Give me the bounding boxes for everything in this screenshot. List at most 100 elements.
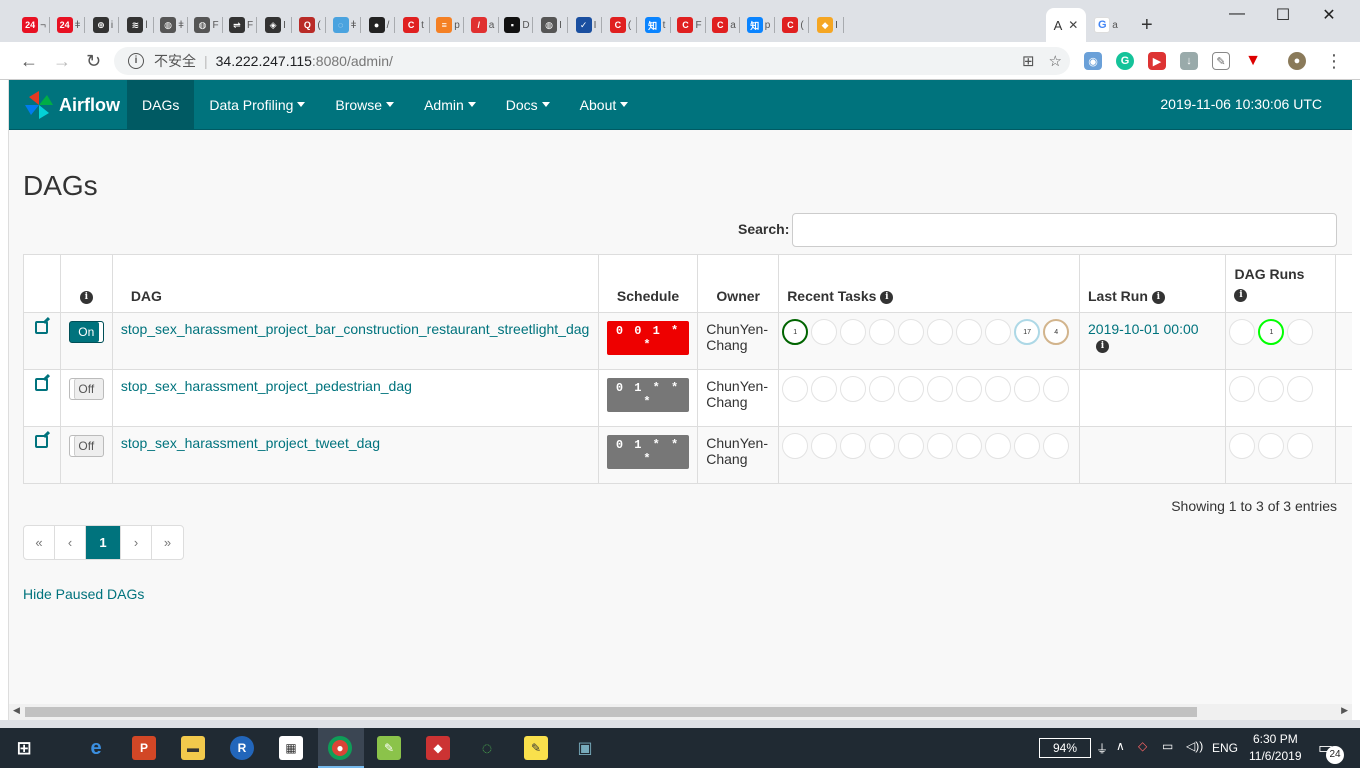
power-plug-icon[interactable]: ⏚ xyxy=(1096,740,1108,757)
scrollbar-thumb[interactable] xyxy=(25,707,1197,717)
windows-start-icon[interactable]: ⊞ xyxy=(12,736,36,760)
status-circle[interactable]: 1 xyxy=(782,319,809,345)
browser-tab[interactable]: Ct xyxy=(398,8,430,42)
menu-item-dags[interactable]: DAGs xyxy=(127,80,195,130)
status-circle[interactable] xyxy=(898,319,925,345)
airflow-logo[interactable]: Airflow xyxy=(23,89,120,121)
status-circle[interactable] xyxy=(985,376,1012,402)
status-circle[interactable] xyxy=(898,433,925,459)
status-circle[interactable]: 17 xyxy=(1014,319,1041,345)
status-circle[interactable] xyxy=(1229,433,1256,459)
dag-toggle[interactable]: Off xyxy=(68,378,104,400)
browser-tab[interactable]: 知t xyxy=(639,8,671,42)
menu-item-about[interactable]: About xyxy=(565,80,644,130)
status-circle[interactable]: 4 xyxy=(1043,319,1070,345)
status-circle[interactable]: 1 xyxy=(1258,319,1285,345)
remote-desktop-icon[interactable]: ▣ xyxy=(573,736,597,760)
status-circle[interactable] xyxy=(956,319,983,345)
close-window-button[interactable]: ✕ xyxy=(1306,5,1352,25)
page-button[interactable]: › xyxy=(121,526,152,559)
edit-icon[interactable] xyxy=(35,435,49,448)
page-button[interactable]: 1 xyxy=(86,526,121,559)
status-circle[interactable] xyxy=(869,376,896,402)
dag-link[interactable]: stop_sex_harassment_project_pedestrian_d… xyxy=(121,378,412,394)
maximize-button[interactable]: ☐ xyxy=(1260,5,1306,25)
status-circle[interactable] xyxy=(927,376,954,402)
status-circle[interactable] xyxy=(840,319,867,345)
status-circle[interactable] xyxy=(811,319,838,345)
status-circle[interactable] xyxy=(1287,433,1314,459)
file-explorer-icon[interactable]: ▬ xyxy=(181,736,205,760)
browser-tab[interactable]: ≡ p xyxy=(432,8,464,42)
notepad-icon[interactable]: ✎ xyxy=(377,736,401,760)
tab-google[interactable]: G a xyxy=(1090,8,1122,42)
status-circle[interactable] xyxy=(811,376,838,402)
store-icon[interactable]: ▦ xyxy=(279,736,303,760)
status-circle[interactable] xyxy=(985,319,1012,345)
language-indicator[interactable]: ENG xyxy=(1212,741,1238,755)
page-button[interactable]: « xyxy=(24,526,55,559)
browser-tab[interactable]: ⊕ i xyxy=(87,8,119,42)
sticky-notes-icon[interactable]: ✎ xyxy=(524,736,548,760)
status-circle[interactable] xyxy=(1287,376,1314,402)
status-circle[interactable] xyxy=(840,433,867,459)
forward-arrow-icon[interactable]: → xyxy=(53,51,71,72)
clock-date[interactable]: 11/6/2019 xyxy=(1249,749,1302,763)
browser-tab[interactable]: ✓ I xyxy=(570,8,602,42)
page-button[interactable]: » xyxy=(152,526,183,559)
status-circle[interactable] xyxy=(811,433,838,459)
browser-tab[interactable]: CF xyxy=(674,8,706,42)
profile-avatar[interactable]: ● xyxy=(1288,52,1306,70)
status-circle[interactable] xyxy=(956,376,983,402)
menu-item-docs[interactable]: Docs xyxy=(491,80,565,130)
browser-tab[interactable]: ≋ l xyxy=(122,8,154,42)
scroll-left-icon[interactable]: ◀ xyxy=(13,705,20,716)
edge-icon[interactable]: e xyxy=(84,736,108,760)
chrome-icon[interactable]: ● xyxy=(328,736,352,760)
git-icon[interactable]: ◆ xyxy=(426,736,450,760)
browser-tab[interactable]: ▪ D xyxy=(501,8,533,42)
extension-owl-icon[interactable]: ◉ xyxy=(1084,52,1102,70)
browser-tab[interactable]: Q( xyxy=(294,8,326,42)
tray-app-icon[interactable]: ◇ xyxy=(1138,739,1147,753)
scroll-right-icon[interactable]: ▶ xyxy=(1341,705,1348,716)
menu-dots-icon[interactable]: ⋮ xyxy=(1325,51,1343,72)
clock-time[interactable]: 6:30 PM xyxy=(1253,732,1298,746)
address-bar[interactable]: i 不安全 | 34.222.247.115:8080/admin/ ⊞ ☆ xyxy=(114,47,1070,75)
tab-close-icon[interactable]: ✕ xyxy=(1068,18,1078,32)
browser-tab[interactable]: ⇌ F xyxy=(225,8,257,42)
search-input[interactable] xyxy=(792,213,1337,247)
status-circle[interactable] xyxy=(1043,433,1070,459)
status-circle[interactable] xyxy=(927,433,954,459)
back-arrow-icon[interactable]: ← xyxy=(20,51,38,72)
sync-icon[interactable]: ◌ xyxy=(475,736,499,760)
status-circle[interactable] xyxy=(985,433,1012,459)
status-circle[interactable] xyxy=(1258,376,1285,402)
header-schedule[interactable]: Schedule xyxy=(597,254,699,313)
bookmark-star-icon[interactable]: ☆ xyxy=(1049,52,1062,70)
battery-indicator[interactable]: 94% xyxy=(1039,738,1091,758)
browser-tab[interactable]: Ca xyxy=(708,8,740,42)
browser-tab[interactable]: ◍ F xyxy=(191,8,223,42)
header-owner[interactable]: Owner xyxy=(697,254,780,313)
browser-tab[interactable]: / a xyxy=(467,8,499,42)
grammarly-icon[interactable]: G xyxy=(1116,52,1134,70)
menu-item-data-profiling[interactable]: Data Profiling xyxy=(194,80,320,130)
browser-tab[interactable]: ◆ I xyxy=(812,8,844,42)
edit-icon[interactable] xyxy=(35,321,49,334)
translate-icon[interactable]: ⊞ xyxy=(1022,52,1035,70)
browser-tab[interactable]: 24 ǂ xyxy=(53,8,85,42)
status-circle[interactable] xyxy=(1229,376,1256,402)
browser-tab[interactable]: 24 ¬ xyxy=(18,8,50,42)
extension-edit-icon[interactable]: ✎ xyxy=(1212,52,1230,70)
status-circle[interactable] xyxy=(869,433,896,459)
status-circle[interactable] xyxy=(782,433,809,459)
horizontal-scrollbar[interactable]: ◀ ▶ xyxy=(9,704,1352,720)
browser-tab[interactable]: ◍ ǂ xyxy=(156,8,188,42)
info-icon[interactable]: i xyxy=(128,53,144,69)
status-circle[interactable] xyxy=(927,319,954,345)
status-circle[interactable] xyxy=(782,376,809,402)
battery-icon[interactable]: ▭ xyxy=(1162,739,1173,753)
status-circle[interactable] xyxy=(1014,376,1041,402)
download-icon[interactable]: ↓ xyxy=(1180,52,1198,70)
